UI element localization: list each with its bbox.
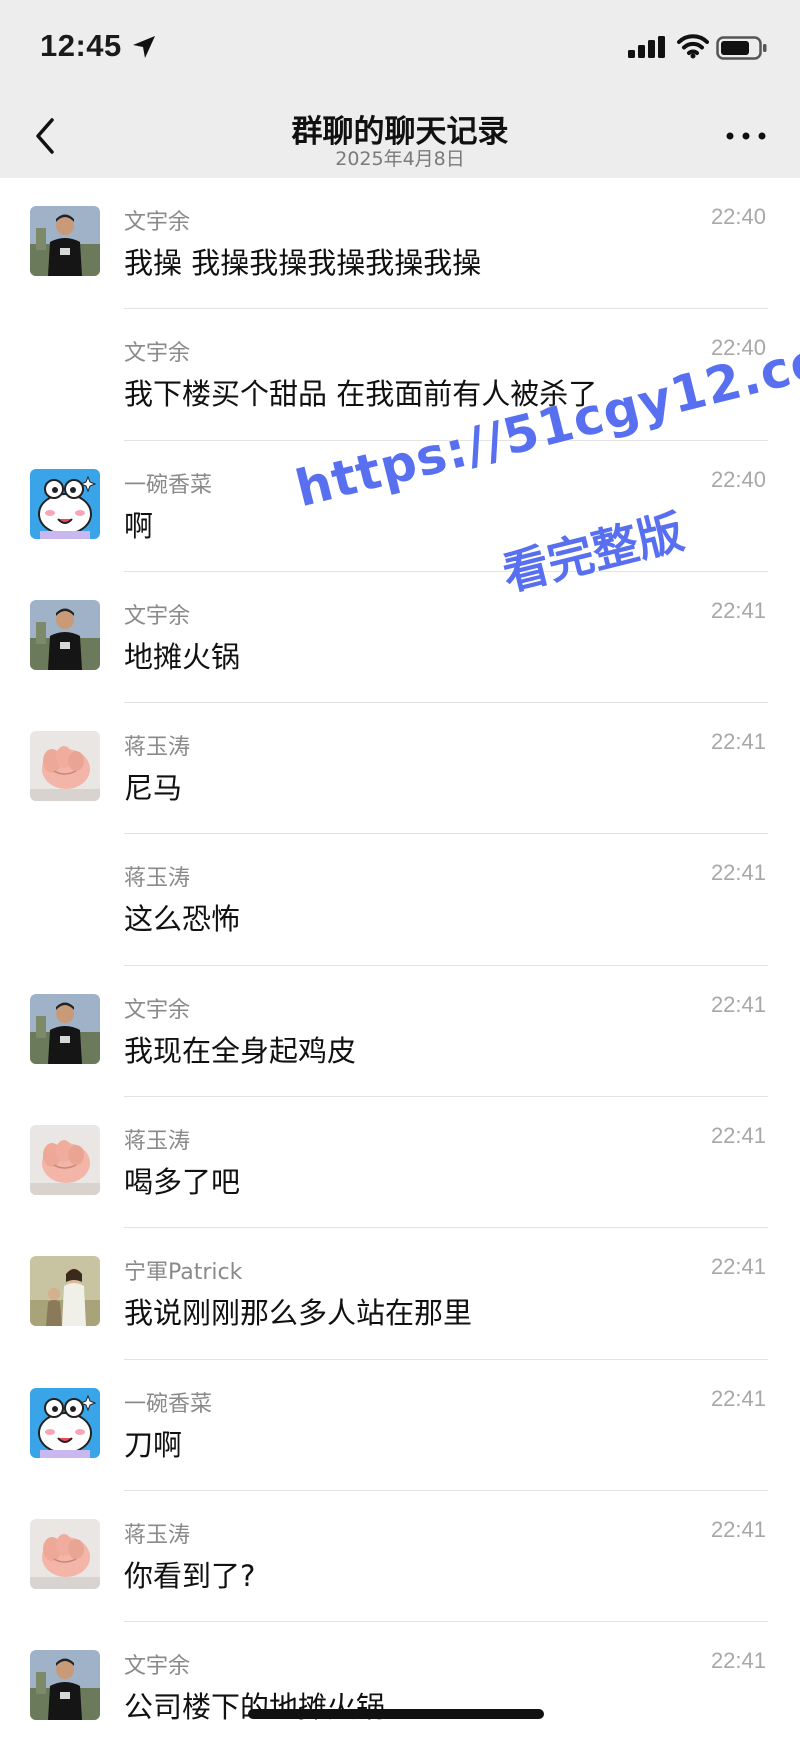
sender-name: 文宇余 [124,1654,191,1680]
sender-name: 蒋玉涛 [124,1129,191,1155]
message-time: 22:41 [710,1648,766,1674]
sender-name: 文宇余 [124,603,191,629]
message-text: 刀啊 [124,1427,183,1462]
message-text: 喝多了吧 [124,1165,241,1200]
sender-name: 文宇余 [124,341,191,367]
status-bar: 12:45 [0,0,800,92]
message-time: 22:41 [710,1254,766,1280]
message-text: 你看到了? [124,1558,256,1593]
wifi-icon [677,34,709,59]
sender-name: 蒋玉涛 [124,735,191,761]
message-row[interactable]: 文宇余 22:40 我操 我操我操我操我操我操 [0,178,800,310]
battery-icon [716,36,767,60]
message-text: 我操 我操我操我操我操我操 [124,246,482,280]
sender-avatar[interactable] [30,1125,100,1196]
sender-avatar[interactable] [30,468,100,539]
chat-history-list[interactable]: 文宇余 22:40 我操 我操我操我操我操我操 文宇余 22:40 我下楼买个甜品 在我面… [0,178,800,1754]
status-time: 12:45 [40,28,122,63]
sender-name: 蒋玉涛 [124,866,191,892]
sender-name: 宁軍Patrick [124,1260,243,1286]
message-row[interactable]: 文宇余 22:41 公司楼下的地摊火锅 [0,1622,800,1753]
home-indicator[interactable] [248,1709,544,1719]
sender-avatar[interactable] [30,599,100,670]
message-row[interactable]: 文宇余 22:40 我下楼买个甜品 在我面前有人被杀了 [0,309,800,441]
nav-bar: 群聊的聊天记录 2025年4月8日 [0,92,800,178]
message-text: 公司楼下的地摊火锅 [124,1690,386,1725]
sender-name: 文宇余 [124,210,191,235]
more-options-icon[interactable] [724,126,768,146]
sender-avatar[interactable] [30,993,100,1064]
message-time: 22:41 [710,597,766,623]
sender-name: 文宇余 [124,997,191,1023]
cellular-signal-icon [628,36,665,58]
sender-avatar[interactable] [30,1256,100,1327]
message-row[interactable]: 文宇余 22:41 我现在全身起鸡皮 [0,966,800,1098]
sender-name: 蒋玉涛 [124,1522,191,1548]
message-row[interactable]: 蒋玉涛 22:41 尼马 [0,703,800,835]
message-text: 地摊火锅 [124,639,241,674]
message-time: 22:41 [710,1123,766,1149]
location-arrow-icon [133,36,155,58]
sender-avatar[interactable] [30,1650,100,1721]
message-row[interactable]: 宁軍Patrick 22:41 我说刚刚那么多人站在那里 [0,1228,800,1360]
message-row[interactable]: 蒋玉涛 22:41 这么恐怖 [0,834,800,966]
sender-avatar[interactable] [30,1518,100,1589]
message-time: 22:40 [710,466,766,492]
sender-name: 一碗香菜 [124,472,213,498]
message-row[interactable]: 文宇余 22:41 地摊火锅 [0,572,800,704]
message-time: 22:41 [710,1385,766,1411]
message-time: 22:41 [710,991,766,1017]
message-time: 22:41 [710,860,766,886]
message-row[interactable]: 蒋玉涛 22:41 你看到了? [0,1491,800,1623]
message-time: 22:41 [710,729,766,755]
sender-avatar[interactable] [30,206,100,276]
message-time: 22:40 [710,204,766,229]
message-row[interactable]: 一碗香菜 22:40 啊 [0,441,800,572]
message-text: 尼马 [124,771,183,806]
message-row[interactable]: 一碗香菜 22:41 刀啊 [0,1360,800,1491]
sender-avatar[interactable] [30,1387,100,1458]
message-text: 我说刚刚那么多人站在那里 [124,1296,473,1331]
message-text: 啊 [124,508,154,543]
message-text: 我下楼买个甜品 在我面前有人被杀了 [124,377,598,412]
message-text: 我现在全身起鸡皮 [124,1033,357,1068]
message-text: 这么恐怖 [124,902,241,937]
page-subtitle-date: 2025年4月8日 [335,148,465,170]
sender-name: 一碗香菜 [124,1391,213,1417]
message-time: 22:41 [710,1516,766,1542]
message-row[interactable]: 蒋玉涛 22:41 喝多了吧 [0,1097,800,1229]
sender-avatar[interactable] [30,731,100,802]
message-time: 22:40 [710,335,766,361]
